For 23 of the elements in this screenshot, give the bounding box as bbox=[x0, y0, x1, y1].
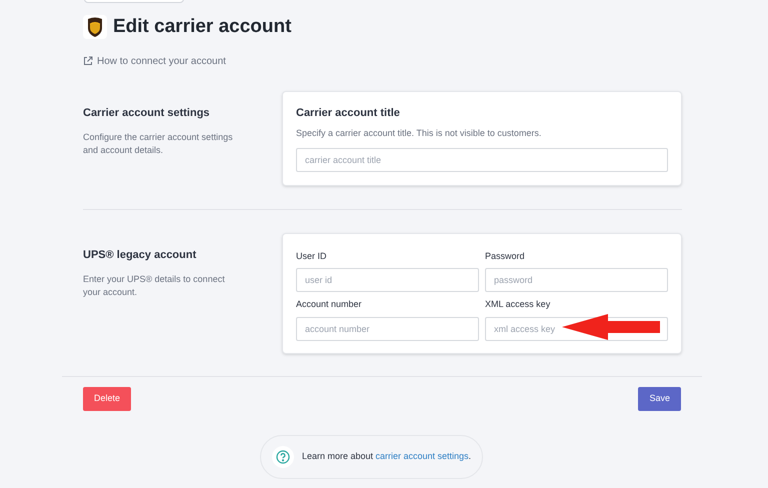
save-button[interactable]: Save bbox=[638, 386, 681, 410]
field-label: Account number bbox=[296, 298, 363, 311]
input-field[interactable]: user id bbox=[296, 268, 479, 292]
delete-button[interactable]: Delete bbox=[83, 386, 132, 410]
settings-link[interactable]: carrier account settings bbox=[375, 450, 469, 461]
card-title: Carrier account title bbox=[296, 106, 401, 120]
section-description: Enter your UPS® details to connect your account. bbox=[83, 273, 226, 299]
input-field[interactable]: account number bbox=[296, 316, 479, 340]
section-description: Configure the carrier account settings and account details. bbox=[83, 131, 234, 157]
shield-logo-icon bbox=[83, 15, 107, 40]
section-heading: Carrier account settings bbox=[83, 106, 211, 120]
card-hint: Specify a carrier account title. This is not visible to customers. bbox=[296, 127, 542, 140]
field-label: User ID bbox=[296, 250, 328, 262]
question-icon bbox=[276, 450, 290, 464]
field-label: XML access key bbox=[485, 298, 552, 311]
field-label: Password bbox=[485, 250, 526, 262]
page-title: Edit carrier account bbox=[113, 15, 292, 39]
external-link-icon bbox=[83, 56, 93, 66]
help-text: Learn more about carrier account settings. bbox=[302, 450, 472, 463]
input-field[interactable]: password bbox=[485, 268, 668, 292]
input-field[interactable]: carrier account title bbox=[296, 148, 668, 172]
section-heading: UPS® legacy account bbox=[83, 248, 198, 262]
help-link[interactable]: How to connect your account bbox=[83, 54, 226, 68]
